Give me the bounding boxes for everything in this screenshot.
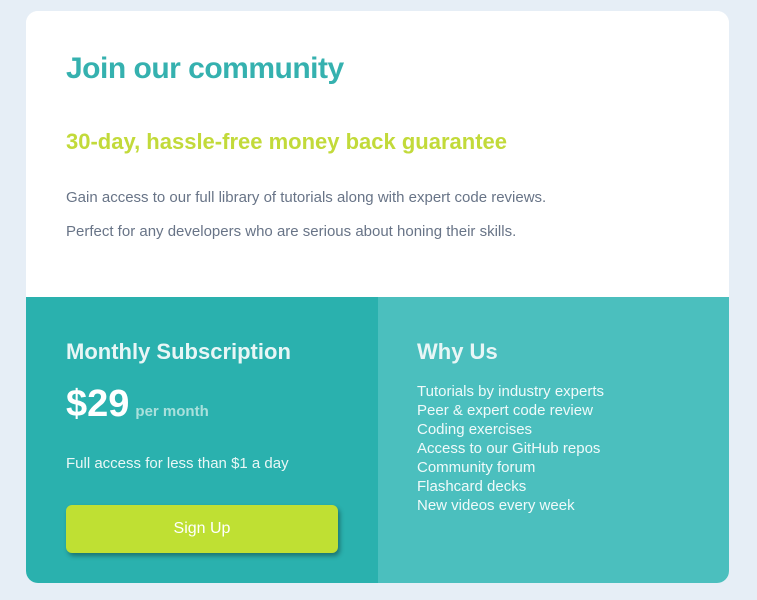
list-item: Access to our GitHub repos [417, 440, 601, 457]
list-item: New videos every week [417, 497, 575, 514]
why-us-list: Tutorials by industry experts Peer & exp… [417, 382, 604, 515]
pricing-card: Join our community 30-day, hassle-free m… [26, 11, 729, 583]
details-section: Monthly Subscription $29 per month Full … [26, 297, 729, 583]
list-item: Coding exercises [417, 421, 533, 438]
access-text: Full access for less than $1 a day [66, 455, 289, 472]
price-amount: $29 [66, 383, 130, 425]
price-period: per month [135, 403, 209, 420]
guarantee-heading: 30-day, hassle-free money back guarantee [66, 129, 508, 154]
why-us-panel: Why Us Tutorials by industry experts Pee… [378, 297, 729, 583]
why-us-title: Why Us [417, 339, 498, 364]
subscription-panel: Monthly Subscription $29 per month Full … [26, 297, 378, 583]
price: $29 per month [66, 379, 209, 429]
page-title: Join our community [66, 52, 344, 85]
intro-section: Join our community 30-day, hassle-free m… [26, 11, 729, 297]
subscription-title: Monthly Subscription [66, 339, 291, 364]
list-item: Tutorials by industry experts [417, 383, 605, 400]
list-item: Peer & expert code review [417, 402, 593, 419]
sign-up-button[interactable]: Sign Up [66, 505, 338, 553]
description-text-secondary: Perfect for any developers who are serio… [66, 223, 517, 240]
list-item: Flashcard decks [417, 478, 527, 495]
description-text: Gain access to our full library of tutor… [66, 189, 547, 206]
list-item: Community forum [417, 459, 536, 476]
